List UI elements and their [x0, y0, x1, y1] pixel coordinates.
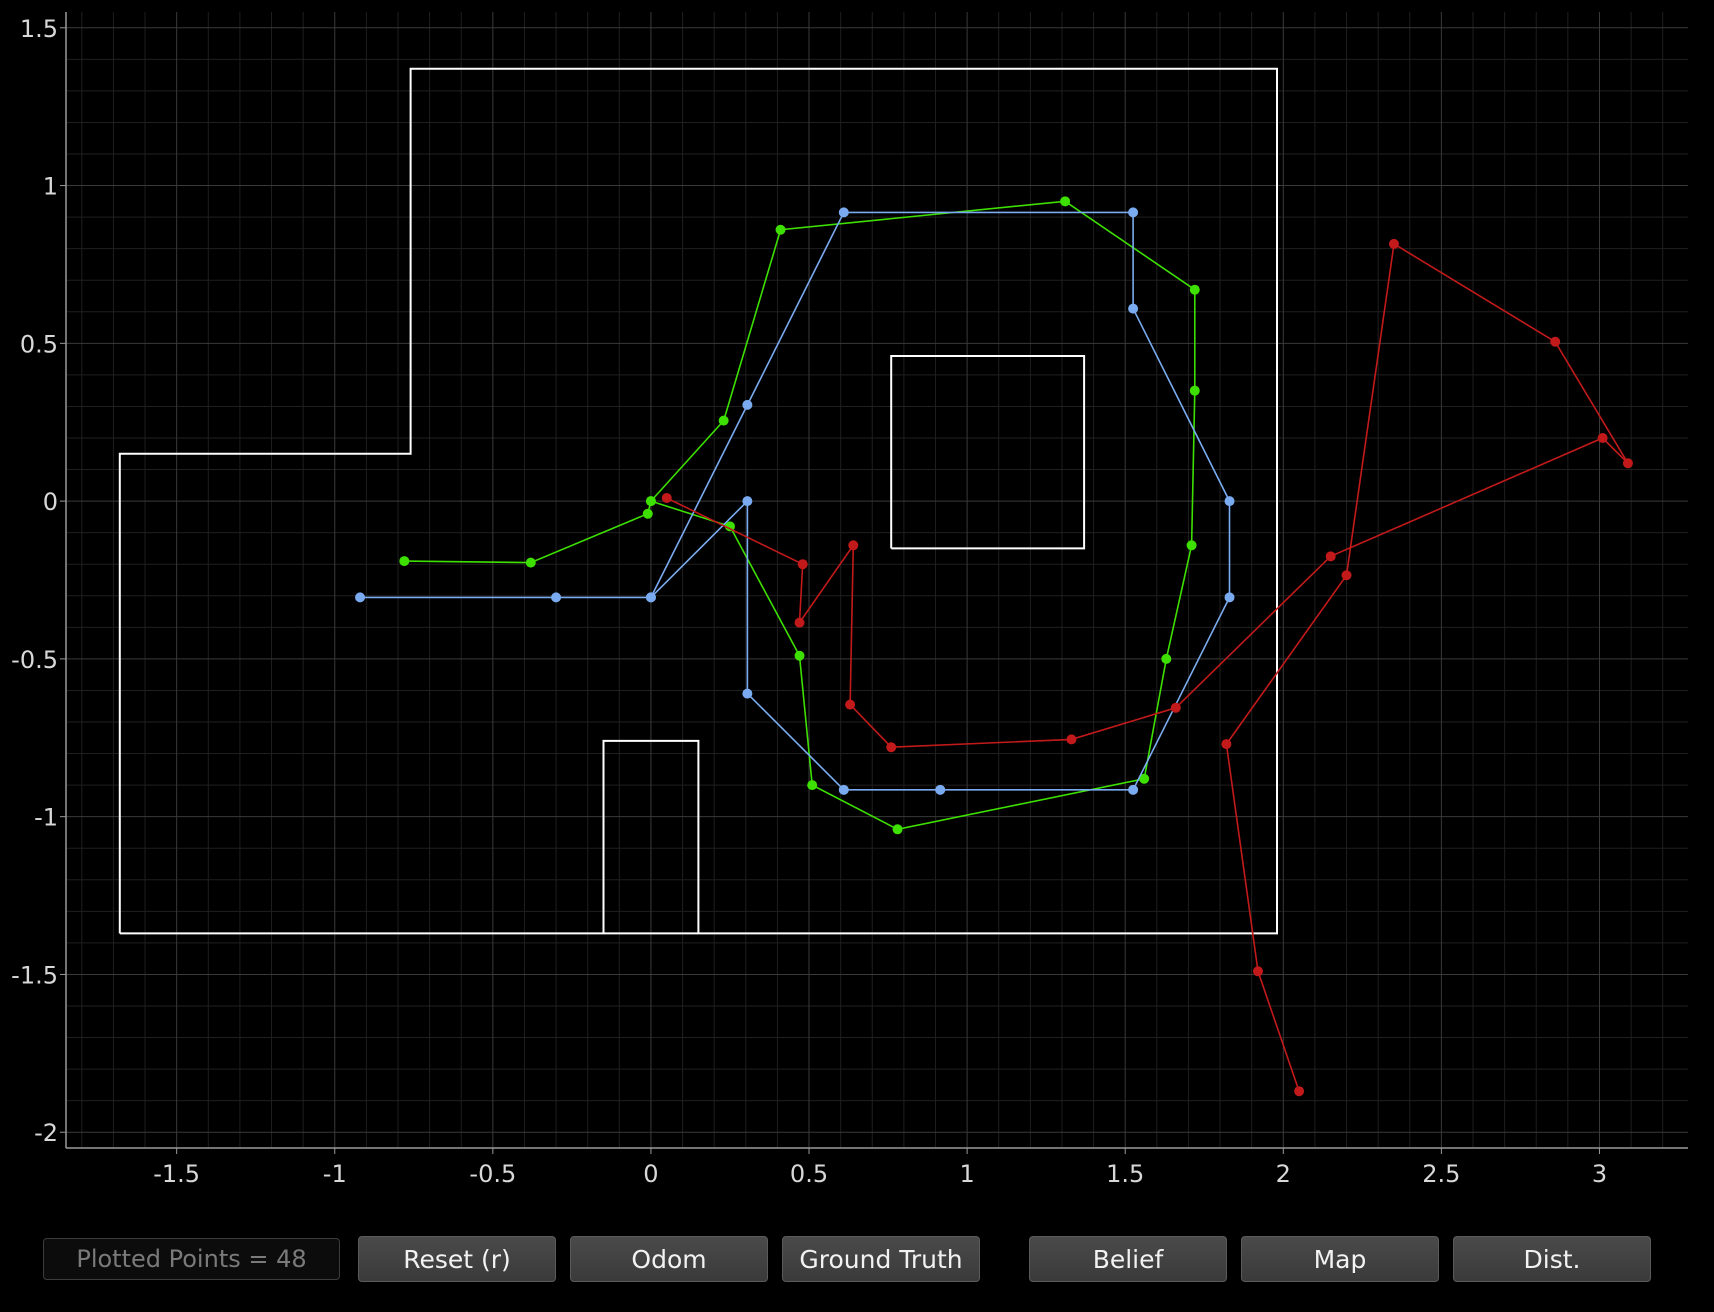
- series-point-0: [1060, 196, 1071, 207]
- series-point-0: [807, 780, 818, 791]
- x-tick-label: 1: [959, 1160, 974, 1188]
- x-tick-label: 0: [643, 1160, 658, 1188]
- series-point-1: [1224, 592, 1235, 603]
- series-point-2: [1325, 551, 1336, 562]
- x-tick-label: -1: [323, 1160, 347, 1188]
- plotted-points-counter: Plotted Points = 48: [43, 1238, 340, 1280]
- series-point-1: [645, 592, 656, 603]
- series-point-0: [1189, 284, 1200, 295]
- series-point-0: [718, 415, 729, 426]
- series-point-2: [1341, 570, 1352, 581]
- major-grid: [66, 12, 1688, 1148]
- minor-grid: [66, 12, 1688, 1148]
- x-tick-label: 2: [1276, 1160, 1291, 1188]
- series-point-2: [1597, 433, 1608, 443]
- series-point-2: [1170, 702, 1181, 713]
- series-point-1: [1128, 303, 1139, 314]
- series-point-1: [742, 688, 753, 699]
- series-point-2: [886, 742, 897, 753]
- series-point-1: [355, 592, 366, 603]
- series-point-0: [525, 557, 536, 568]
- series-point-1: [1128, 784, 1139, 795]
- y-tick-label: -2: [34, 1119, 58, 1147]
- axes: [65, 12, 1688, 1149]
- series-point-1: [1128, 207, 1139, 218]
- toolbar: Plotted Points = 48 Reset (r) Odom Groun…: [0, 1230, 1714, 1290]
- series-point-1: [1224, 496, 1235, 507]
- series-point-1: [935, 784, 946, 795]
- series-line-0: [404, 200, 1196, 831]
- belief-button[interactable]: Belief: [1029, 1236, 1227, 1282]
- dist-button[interactable]: Dist.: [1453, 1236, 1651, 1282]
- y-tick-label: 1: [43, 173, 58, 201]
- series-point-0: [642, 508, 653, 519]
- series-point-2: [797, 559, 808, 570]
- y-tick-label: -1: [34, 804, 58, 832]
- ground-truth-button[interactable]: Ground Truth: [782, 1236, 980, 1282]
- series-point-1: [742, 496, 753, 507]
- series-point-2: [1550, 336, 1561, 347]
- series-point-1: [838, 207, 849, 218]
- reset-button[interactable]: Reset (r): [358, 1236, 556, 1282]
- series-point-1: [838, 784, 849, 795]
- x-tick-label: 2.5: [1422, 1160, 1460, 1188]
- x-tick-label: 0.5: [790, 1160, 828, 1188]
- y-tick-label: -1.5: [11, 961, 58, 989]
- series-point-2: [661, 492, 672, 503]
- x-tick-label: 1.5: [1106, 1160, 1144, 1188]
- series-point-2: [1388, 238, 1399, 249]
- series-point-2: [1252, 966, 1263, 977]
- odom-button[interactable]: Odom: [570, 1236, 768, 1282]
- series-point-2: [1622, 458, 1633, 469]
- series-point-2: [1066, 734, 1077, 745]
- series-point-1: [551, 592, 562, 603]
- series-point-0: [1186, 540, 1197, 551]
- y-tick-label: 0: [43, 488, 58, 516]
- y-tick-label: 0.5: [20, 330, 58, 358]
- x-tick-label: 3: [1592, 1160, 1607, 1188]
- series-point-2: [845, 699, 856, 710]
- series-point-2: [794, 617, 805, 628]
- series-point-0: [794, 650, 805, 661]
- x-tick-label: -0.5: [469, 1160, 516, 1188]
- y-tick-label: 1.5: [20, 15, 58, 43]
- series-point-0: [645, 496, 656, 507]
- series-point-1: [742, 399, 753, 410]
- y-tick-label: -0.5: [11, 646, 58, 674]
- series-point-2: [1294, 1086, 1305, 1097]
- series-point-0: [892, 824, 903, 835]
- series-point-0: [1189, 385, 1200, 396]
- map-button[interactable]: Map: [1241, 1236, 1439, 1282]
- series-point-0: [1161, 653, 1172, 664]
- trajectory-plot: -1.5 -1 -0.5 0 0.5 1 1.5 2 2.5 3 -2 -1.5 -1 -0.5 0 0.5 1…: [11, 12, 1688, 1188]
- map-wall: [890, 355, 1086, 550]
- series-point-2: [848, 540, 859, 551]
- x-tick-label: -1.5: [153, 1160, 200, 1188]
- series-point-0: [399, 556, 410, 567]
- series-line-2: [666, 242, 1629, 1092]
- series-point-0: [775, 224, 786, 235]
- series-point-2: [1221, 739, 1232, 750]
